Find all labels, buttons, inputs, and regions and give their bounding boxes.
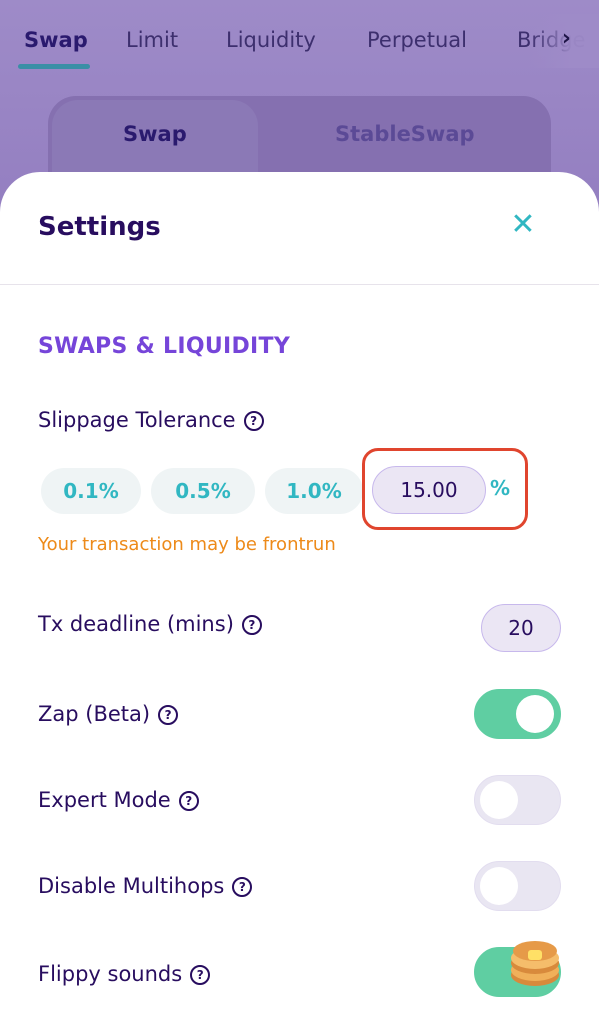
help-icon[interactable]: ? [232,877,253,897]
flippy-sounds-label: Flippy sounds [38,962,183,986]
slippage-label: Slippage Tolerance [38,408,236,432]
percent-sign: % [490,476,511,500]
zap-toggle[interactable] [474,689,561,739]
slippage-preset-0-5[interactable]: 0.5% [151,468,255,514]
tab-limit[interactable]: Limit [126,28,178,52]
swap-mode-stableswap[interactable]: StableSwap [335,122,475,146]
help-icon[interactable]: ? [241,615,262,635]
zap-row: Zap (Beta)? [38,702,179,726]
toggle-knob [480,867,518,905]
expert-mode-toggle[interactable] [474,775,561,825]
disable-multihops-toggle[interactable] [474,861,561,911]
settings-title: Settings [38,212,161,242]
help-icon[interactable]: ? [178,791,199,811]
header-divider [0,284,599,285]
section-title: SWAPS & LIQUIDITY [38,334,291,359]
tab-perpetual[interactable]: Perpetual [367,28,467,52]
flippy-sounds-row: Flippy sounds? [38,962,211,986]
disable-multihops-row: Disable Multihops? [38,874,253,898]
disable-multihops-label: Disable Multihops [38,874,225,898]
help-icon[interactable]: ? [190,965,211,985]
tab-liquidity[interactable]: Liquidity [226,28,316,52]
slippage-input[interactable]: 15.00 [372,466,486,514]
toggle-knob [480,781,518,819]
chevron-right-icon[interactable]: › [562,26,571,51]
settings-sheet: Settings ✕ SWAPS & LIQUIDITY Slippage To… [0,172,599,1032]
expert-mode-label: Expert Mode [38,788,171,812]
tx-deadline-row: Tx deadline (mins)? [38,612,262,636]
swap-mode-swap[interactable]: Swap [123,122,187,146]
active-tab-indicator [18,64,90,69]
slippage-preset-0-1[interactable]: 0.1% [41,468,141,514]
expert-mode-row: Expert Mode? [38,788,199,812]
close-icon[interactable]: ✕ [508,210,538,240]
tab-swap[interactable]: Swap [24,28,88,52]
slippage-preset-1-0[interactable]: 1.0% [265,468,363,514]
tx-deadline-label: Tx deadline (mins) [38,612,234,636]
help-icon[interactable]: ? [158,705,179,725]
slippage-label-row: Slippage Tolerance? [38,408,264,432]
tx-deadline-input[interactable]: 20 [481,604,561,652]
top-nav: Swap Limit Liquidity Perpetual Bridge › [0,0,599,80]
frontrun-warning: Your transaction may be frontrun [38,534,336,555]
zap-label: Zap (Beta) [38,702,151,726]
help-icon[interactable]: ? [243,411,264,431]
toggle-knob [516,695,554,733]
pancake-icon[interactable] [508,937,562,991]
